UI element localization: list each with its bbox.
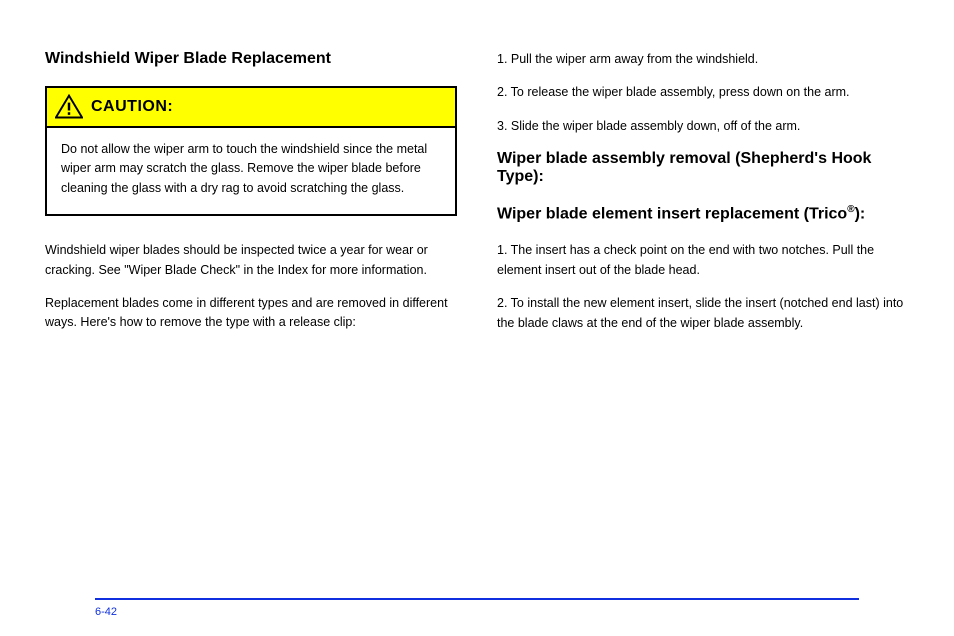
subheading-trico-suffix: ): (855, 205, 866, 222)
caution-header: CAUTION: (47, 88, 455, 128)
page-content: Windshield Wiper Blade Replacement CAUTI… (0, 0, 954, 367)
subheading-trico-text: Wiper blade element insert replacement (… (497, 205, 847, 222)
page-number: 6-42 (95, 606, 117, 618)
footer-text-row: 6-42 (95, 606, 859, 618)
registered-icon: ® (847, 204, 854, 215)
section-heading-wiper-replacement: Windshield Wiper Blade Replacement (45, 50, 457, 68)
warning-triangle-icon (55, 94, 83, 120)
subheading-trico-insert: Wiper blade element insert replacement (… (497, 204, 909, 223)
two-column-layout: Windshield Wiper Blade Replacement CAUTI… (45, 50, 909, 347)
footer-rule (95, 598, 859, 600)
page-footer: 6-42 (95, 598, 859, 618)
left-paragraph-2: Replacement blades come in different typ… (45, 294, 457, 333)
caution-body-text: Do not allow the wiper arm to touch the … (47, 128, 455, 214)
right-column: 1. Pull the wiper arm away from the wind… (497, 50, 909, 347)
left-paragraph-1: Windshield wiper blades should be inspec… (45, 241, 457, 280)
subheading-shepherds-hook: Wiper blade assembly removal (Shepherd's… (497, 150, 909, 186)
right-insert-step-1: 1. The insert has a check point on the e… (497, 241, 909, 280)
right-step-2: 2. To release the wiper blade assembly, … (497, 83, 909, 102)
caution-callout: CAUTION: Do not allow the wiper arm to t… (45, 86, 457, 216)
right-insert-step-2: 2. To install the new element insert, sl… (497, 294, 909, 333)
caution-label: CAUTION: (91, 98, 173, 116)
right-step-1: 1. Pull the wiper arm away from the wind… (497, 50, 909, 69)
left-column: Windshield Wiper Blade Replacement CAUTI… (45, 50, 457, 347)
right-step-3: 3. Slide the wiper blade assembly down, … (497, 117, 909, 136)
